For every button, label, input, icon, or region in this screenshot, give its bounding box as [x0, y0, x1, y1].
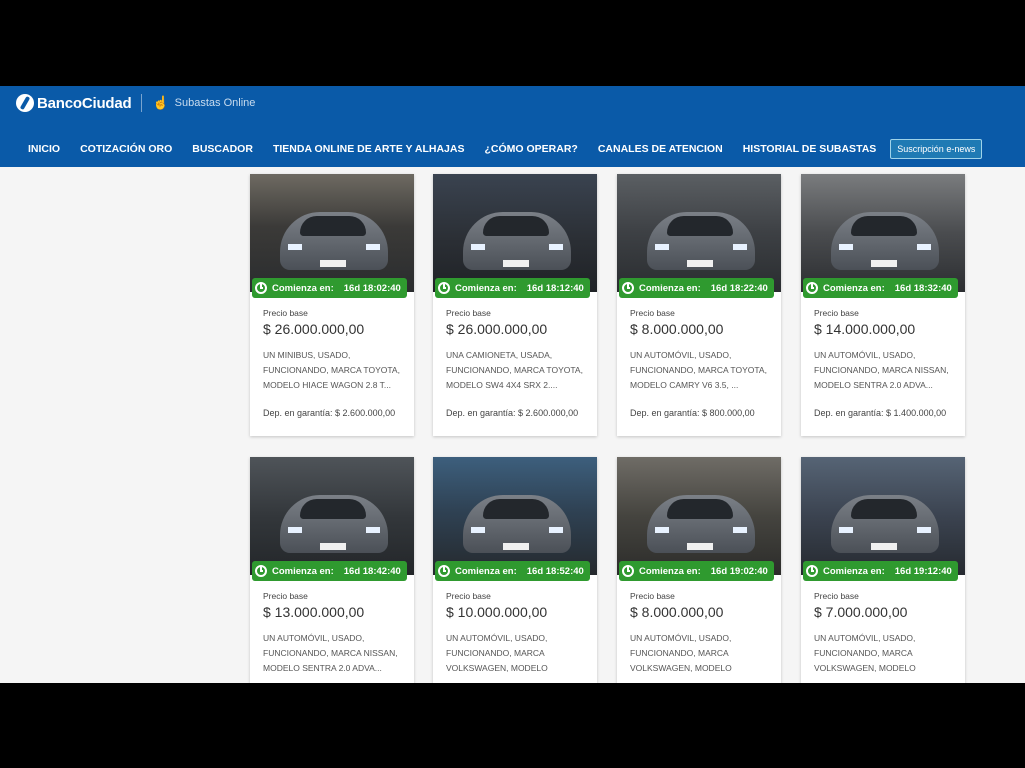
countdown-label: Comienza en: — [823, 565, 885, 577]
countdown-value: 16d 18:02:40 — [343, 282, 401, 294]
base-price: $ 14.000.000,00 — [814, 321, 916, 337]
auction-card[interactable]: Comienza en: 16d 19:12:40 Precio base $ … — [801, 457, 965, 683]
guarantee-deposit: Dep. en garantía: $ 800.000,00 — [630, 408, 755, 418]
base-price: $ 7.000.000,00 — [814, 604, 908, 620]
base-price: $ 26.000.000,00 — [263, 321, 365, 337]
auction-card[interactable]: Comienza en: 16d 18:02:40 Precio base $ … — [250, 174, 414, 436]
clock-icon — [622, 565, 634, 577]
subscribe-enews-button[interactable]: Suscripción e-news — [890, 139, 983, 159]
countdown-label: Comienza en: — [639, 565, 701, 577]
countdown-label: Comienza en: — [272, 282, 334, 294]
site-header: BancoCiudad ☝ Subastas Online INICIO COT… — [0, 86, 1025, 167]
guarantee-deposit: Dep. en garantía: $ 2.600.000,00 — [446, 408, 579, 418]
base-price: $ 10.000.000,00 — [446, 604, 548, 620]
browser-viewport: BancoCiudad ☝ Subastas Online INICIO COT… — [0, 86, 1025, 683]
clock-icon — [438, 282, 450, 294]
letterbox-bottom — [0, 683, 1025, 768]
vehicle-photo[interactable] — [433, 457, 597, 575]
price-label: Precio base — [630, 308, 675, 318]
nav-item-cotizacion-oro[interactable]: COTIZACIÓN ORO — [80, 143, 172, 155]
countdown-badge: Comienza en: 16d 18:02:40 — [252, 278, 407, 298]
brand-name: BancoCiudad — [37, 94, 132, 112]
nav-item-tienda-online[interactable]: TIENDA ONLINE DE ARTE Y ALHAJAS — [273, 143, 465, 155]
price-label: Precio base — [630, 591, 675, 601]
countdown-label: Comienza en: — [823, 282, 885, 294]
countdown-value: 16d 18:22:40 — [710, 282, 768, 294]
guarantee-deposit: Dep. en garantía: $ 2.600.000,00 — [263, 408, 396, 418]
brand-subtitle: Subastas Online — [174, 97, 256, 109]
base-price: $ 13.000.000,00 — [263, 604, 365, 620]
lot-description: UNA CAMIONETA, USADA, FUNCIONANDO, MARCA… — [446, 350, 583, 390]
countdown-value: 16d 18:52:40 — [526, 565, 584, 577]
auction-card[interactable]: Comienza en: 16d 18:32:40 Precio base $ … — [801, 174, 965, 436]
clock-icon — [255, 565, 267, 577]
clock-icon — [806, 565, 818, 577]
countdown-value: 16d 19:02:40 — [710, 565, 768, 577]
vehicle-photo[interactable] — [801, 174, 965, 292]
lot-description: UN AUTOMÓVIL, USADO, FUNCIONANDO, MARCA … — [814, 633, 916, 673]
letterbox-top — [0, 0, 1025, 86]
nav-item-canales-atencion[interactable]: CANALES DE ATENCION — [598, 143, 723, 155]
auction-card[interactable]: Comienza en: 16d 18:52:40 Precio base $ … — [433, 457, 597, 683]
brand[interactable]: BancoCiudad ☝ Subastas Online — [16, 92, 255, 114]
lot-description: UN AUTOMÓVIL, USADO, FUNCIONANDO, MARCA … — [630, 350, 767, 390]
main-nav: INICIO COTIZACIÓN ORO BUSCADOR TIENDA ON… — [28, 138, 983, 160]
lot-description: UN AUTOMÓVIL, USADO, FUNCIONANDO, MARCA … — [263, 633, 398, 673]
countdown-badge: Comienza en: 16d 18:32:40 — [803, 278, 958, 298]
price-label: Precio base — [446, 308, 491, 318]
base-price: $ 8.000.000,00 — [630, 604, 724, 620]
countdown-value: 16d 18:12:40 — [526, 282, 584, 294]
auction-card[interactable]: Comienza en: 16d 19:02:40 Precio base $ … — [617, 457, 781, 683]
vehicle-photo[interactable] — [250, 174, 414, 292]
clock-icon — [622, 282, 634, 294]
vehicle-photo[interactable] — [250, 457, 414, 575]
countdown-badge: Comienza en: 16d 19:12:40 — [803, 561, 958, 581]
banco-ciudad-logo-icon — [16, 94, 34, 112]
nav-item-buscador[interactable]: BUSCADOR — [192, 143, 253, 155]
guarantee-deposit: Dep. en garantía: $ 1.400.000,00 — [814, 408, 947, 418]
price-label: Precio base — [446, 591, 491, 601]
nav-item-inicio[interactable]: INICIO — [28, 143, 60, 155]
price-label: Precio base — [814, 308, 859, 318]
auction-card[interactable]: Comienza en: 16d 18:42:40 Precio base $ … — [250, 457, 414, 683]
countdown-badge: Comienza en: 16d 18:22:40 — [619, 278, 774, 298]
vehicle-photo[interactable] — [617, 174, 781, 292]
auction-card[interactable]: Comienza en: 16d 18:22:40 Precio base $ … — [617, 174, 781, 436]
lot-description: UN AUTOMÓVIL, USADO, FUNCIONANDO, MARCA … — [814, 350, 949, 390]
countdown-label: Comienza en: — [455, 565, 517, 577]
lot-description: UN MINIBUS, USADO, FUNCIONANDO, MARCA TO… — [263, 350, 400, 390]
countdown-value: 16d 18:42:40 — [343, 565, 401, 577]
clock-icon — [255, 282, 267, 294]
base-price: $ 26.000.000,00 — [446, 321, 548, 337]
brand-divider — [141, 94, 143, 112]
countdown-badge: Comienza en: 16d 18:12:40 — [435, 278, 590, 298]
countdown-label: Comienza en: — [455, 282, 517, 294]
base-price: $ 8.000.000,00 — [630, 321, 724, 337]
hand-pointer-icon: ☝ — [152, 95, 169, 110]
nav-item-como-operar[interactable]: ¿CÓMO OPERAR? — [485, 143, 578, 155]
countdown-value: 16d 19:12:40 — [894, 565, 952, 577]
vehicle-photo[interactable] — [433, 174, 597, 292]
countdown-badge: Comienza en: 16d 18:42:40 — [252, 561, 407, 581]
vehicle-photo[interactable] — [617, 457, 781, 575]
countdown-label: Comienza en: — [639, 282, 701, 294]
auction-card[interactable]: Comienza en: 16d 18:12:40 Precio base $ … — [433, 174, 597, 436]
clock-icon — [438, 565, 450, 577]
clock-icon — [806, 282, 818, 294]
lot-description: UN AUTOMÓVIL, USADO, FUNCIONANDO, MARCA … — [630, 633, 732, 673]
price-label: Precio base — [263, 591, 308, 601]
countdown-badge: Comienza en: 16d 19:02:40 — [619, 561, 774, 581]
price-label: Precio base — [263, 308, 308, 318]
vehicle-photo[interactable] — [801, 457, 965, 575]
nav-item-historial-subastas[interactable]: HISTORIAL DE SUBASTAS — [743, 143, 877, 155]
countdown-badge: Comienza en: 16d 18:52:40 — [435, 561, 590, 581]
countdown-label: Comienza en: — [272, 565, 334, 577]
lot-description: UN AUTOMÓVIL, USADO, FUNCIONANDO, MARCA … — [446, 633, 548, 673]
price-label: Precio base — [814, 591, 859, 601]
countdown-value: 16d 18:32:40 — [894, 282, 952, 294]
